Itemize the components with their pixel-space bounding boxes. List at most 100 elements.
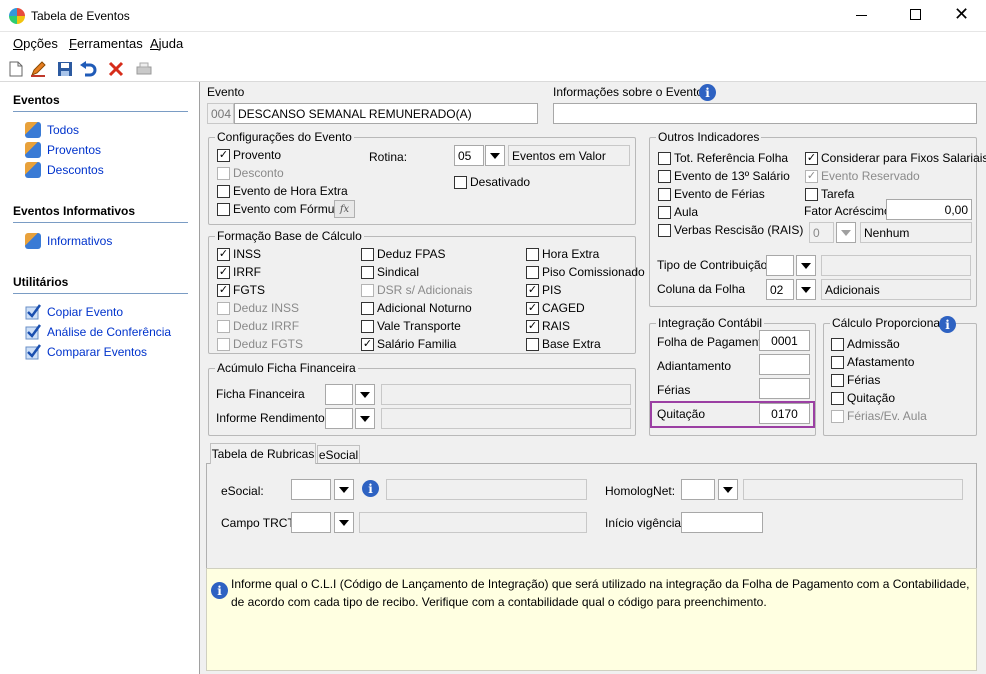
info-evento-label: Informações sobre o Evento: [553, 85, 704, 99]
ficha-financeira-dropdown[interactable]: [355, 384, 375, 405]
adiantamento-field[interactable]: [759, 354, 810, 375]
campo-trct-label: Campo TRCT:: [221, 516, 297, 530]
campo-trct-field[interactable]: [291, 512, 331, 533]
tab-tabela-rubricas[interactable]: Tabela de Rubricas: [210, 443, 316, 464]
adicional-noturno-checkbox[interactable]: Adicional Noturno: [361, 300, 472, 316]
campo-trct-dropdown[interactable]: [334, 512, 354, 533]
sidebar-item-analise[interactable]: Análise de Conferência: [25, 324, 171, 340]
coluna-folha-field[interactable]: 02: [766, 279, 794, 300]
deduz-inss-checkbox[interactable]: Deduz INSS: [217, 300, 299, 316]
fgts-checkbox[interactable]: ✓ FGTS: [217, 282, 265, 298]
irrf-checkbox[interactable]: ✓ IRRF: [217, 264, 261, 280]
inss-checkbox[interactable]: ✓ INSS: [217, 246, 261, 262]
verbas-rescisao-checkbox[interactable]: Verbas Rescisão (RAIS): [658, 222, 803, 238]
menu-ferramentas[interactable]: Ferramentas: [69, 36, 143, 51]
sidebar-item-descontos[interactable]: Descontos: [25, 162, 104, 178]
desconto-checkbox[interactable]: Desconto: [217, 165, 284, 181]
menu-ajuda[interactable]: Ajuda: [150, 36, 183, 51]
vale-transporte-checkbox[interactable]: Vale Transporte: [361, 318, 461, 334]
ferias-field[interactable]: [759, 378, 810, 399]
verbas-field[interactable]: 0: [809, 222, 834, 243]
info-evento-field[interactable]: [553, 103, 977, 124]
undo-icon[interactable]: [78, 59, 98, 79]
folha-pagamento-field[interactable]: 0001: [759, 330, 810, 351]
ferias-label: Férias: [657, 383, 691, 397]
minimize-icon[interactable]: [856, 15, 867, 16]
salario-familia-checkbox[interactable]: ✓ Salário Familia: [361, 336, 456, 352]
evento-label: Evento: [207, 85, 245, 99]
deduz-fgts-checkbox[interactable]: Deduz FGTS: [217, 336, 303, 352]
ficha-financeira-field[interactable]: [325, 384, 353, 405]
piso-comissionado-checkbox[interactable]: Piso Comissionado: [526, 264, 645, 280]
formula-fx-icon[interactable]: fx: [334, 200, 355, 218]
delete-icon[interactable]: [106, 59, 126, 79]
sidebar-item-copiar[interactable]: Copiar Evento: [25, 304, 123, 320]
base-extra-checkbox[interactable]: Base Extra: [526, 336, 601, 352]
ferias-prop-checkbox[interactable]: Férias: [831, 372, 880, 388]
rotina-dropdown[interactable]: [485, 145, 505, 166]
admissao-checkbox[interactable]: Admissão: [831, 336, 900, 352]
tot-referencia-checkbox[interactable]: Tot. Referência Folha: [658, 150, 788, 166]
evento-reservado-checkbox[interactable]: ✓ Evento Reservado: [805, 168, 920, 184]
tipo-contribuicao-dropdown[interactable]: [796, 255, 816, 276]
inicio-vigencia-field[interactable]: [681, 512, 763, 533]
desativado-checkbox[interactable]: Desativado: [454, 174, 530, 190]
informe-rendimentos-field[interactable]: [325, 408, 353, 429]
tarefa-checkbox[interactable]: Tarefa: [805, 186, 854, 202]
quitacao-prop-checkbox[interactable]: Quitação: [831, 390, 895, 406]
esocial-dropdown[interactable]: [334, 479, 354, 500]
esocial-desc: [386, 479, 587, 500]
tab-esocial[interactable]: eSocial: [317, 445, 360, 464]
esocial-field[interactable]: [291, 479, 331, 500]
sidebar-item-comparar[interactable]: Comparar Eventos: [25, 344, 147, 360]
print-icon[interactable]: [134, 59, 154, 79]
app-icon: [9, 8, 25, 24]
evento-ferias-checkbox[interactable]: Evento de Férias: [658, 186, 765, 202]
homolognet-field[interactable]: [681, 479, 715, 500]
coluna-folha-dropdown[interactable]: [796, 279, 816, 300]
fator-acrescimo-label: Fator Acréscimo: [804, 204, 891, 218]
new-document-icon[interactable]: [6, 59, 26, 79]
info-icon[interactable]: i: [939, 316, 956, 333]
people-icon: [25, 162, 41, 178]
hint-text: Informe qual o C.L.I (Código de Lançamen…: [231, 577, 970, 609]
fator-acrescimo-field[interactable]: 0,00: [886, 199, 972, 220]
aula-checkbox[interactable]: Aula: [658, 204, 698, 220]
rotina-field[interactable]: 05: [454, 145, 484, 166]
rais-checkbox[interactable]: ✓ RAIS: [526, 318, 570, 334]
save-icon[interactable]: [55, 59, 75, 79]
verbas-dropdown[interactable]: [836, 222, 856, 243]
evento-code: 004: [207, 103, 234, 124]
evento-name-field[interactable]: DESCANSO SEMANAL REMUNERADO(A): [234, 103, 538, 124]
rotina-label: Rotina:: [369, 150, 408, 164]
quitacao-field[interactable]: 0170: [759, 403, 810, 424]
window-title: Tabela de Eventos: [31, 9, 130, 23]
edit-pencil-icon[interactable]: [28, 59, 48, 79]
sidebar-divider: [13, 111, 188, 112]
sindical-checkbox[interactable]: Sindical: [361, 264, 419, 280]
fixos-salariais-checkbox[interactable]: ✓ Considerar para Fixos Salariais: [805, 150, 986, 166]
sidebar-item-todos[interactable]: Todos: [25, 122, 79, 138]
deduz-irrf-checkbox[interactable]: Deduz IRRF: [217, 318, 299, 334]
caged-checkbox[interactable]: ✓ CAGED: [526, 300, 585, 316]
afastamento-checkbox[interactable]: Afastamento: [831, 354, 914, 370]
formula-checkbox[interactable]: Evento com Fórmula: [217, 201, 344, 217]
menu-opcoes[interactable]: Opções: [13, 36, 58, 51]
evento-13-checkbox[interactable]: Evento de 13º Salário: [658, 168, 790, 184]
sidebar-item-informativos[interactable]: Informativos: [25, 233, 112, 249]
hora-extra-base-checkbox[interactable]: Hora Extra: [526, 246, 599, 262]
close-icon[interactable]: ✕: [954, 4, 969, 24]
hora-extra-checkbox[interactable]: Evento de Hora Extra: [217, 183, 348, 199]
dsr-adicionais-checkbox[interactable]: DSR s/ Adicionais: [361, 282, 472, 298]
informe-rendimentos-dropdown[interactable]: [355, 408, 375, 429]
info-icon[interactable]: i: [362, 480, 379, 497]
sidebar-item-proventos[interactable]: Proventos: [25, 142, 101, 158]
maximize-icon[interactable]: [910, 9, 921, 20]
tipo-contribuicao-field[interactable]: [766, 255, 794, 276]
deduz-fpas-checkbox[interactable]: Deduz FPAS: [361, 246, 445, 262]
homolognet-dropdown[interactable]: [718, 479, 738, 500]
provento-checkbox[interactable]: ✓ Provento: [217, 147, 281, 163]
info-icon[interactable]: i: [699, 84, 716, 101]
pis-checkbox[interactable]: ✓ PIS: [526, 282, 561, 298]
ferias-aula-checkbox[interactable]: Férias/Ev. Aula: [831, 408, 927, 424]
